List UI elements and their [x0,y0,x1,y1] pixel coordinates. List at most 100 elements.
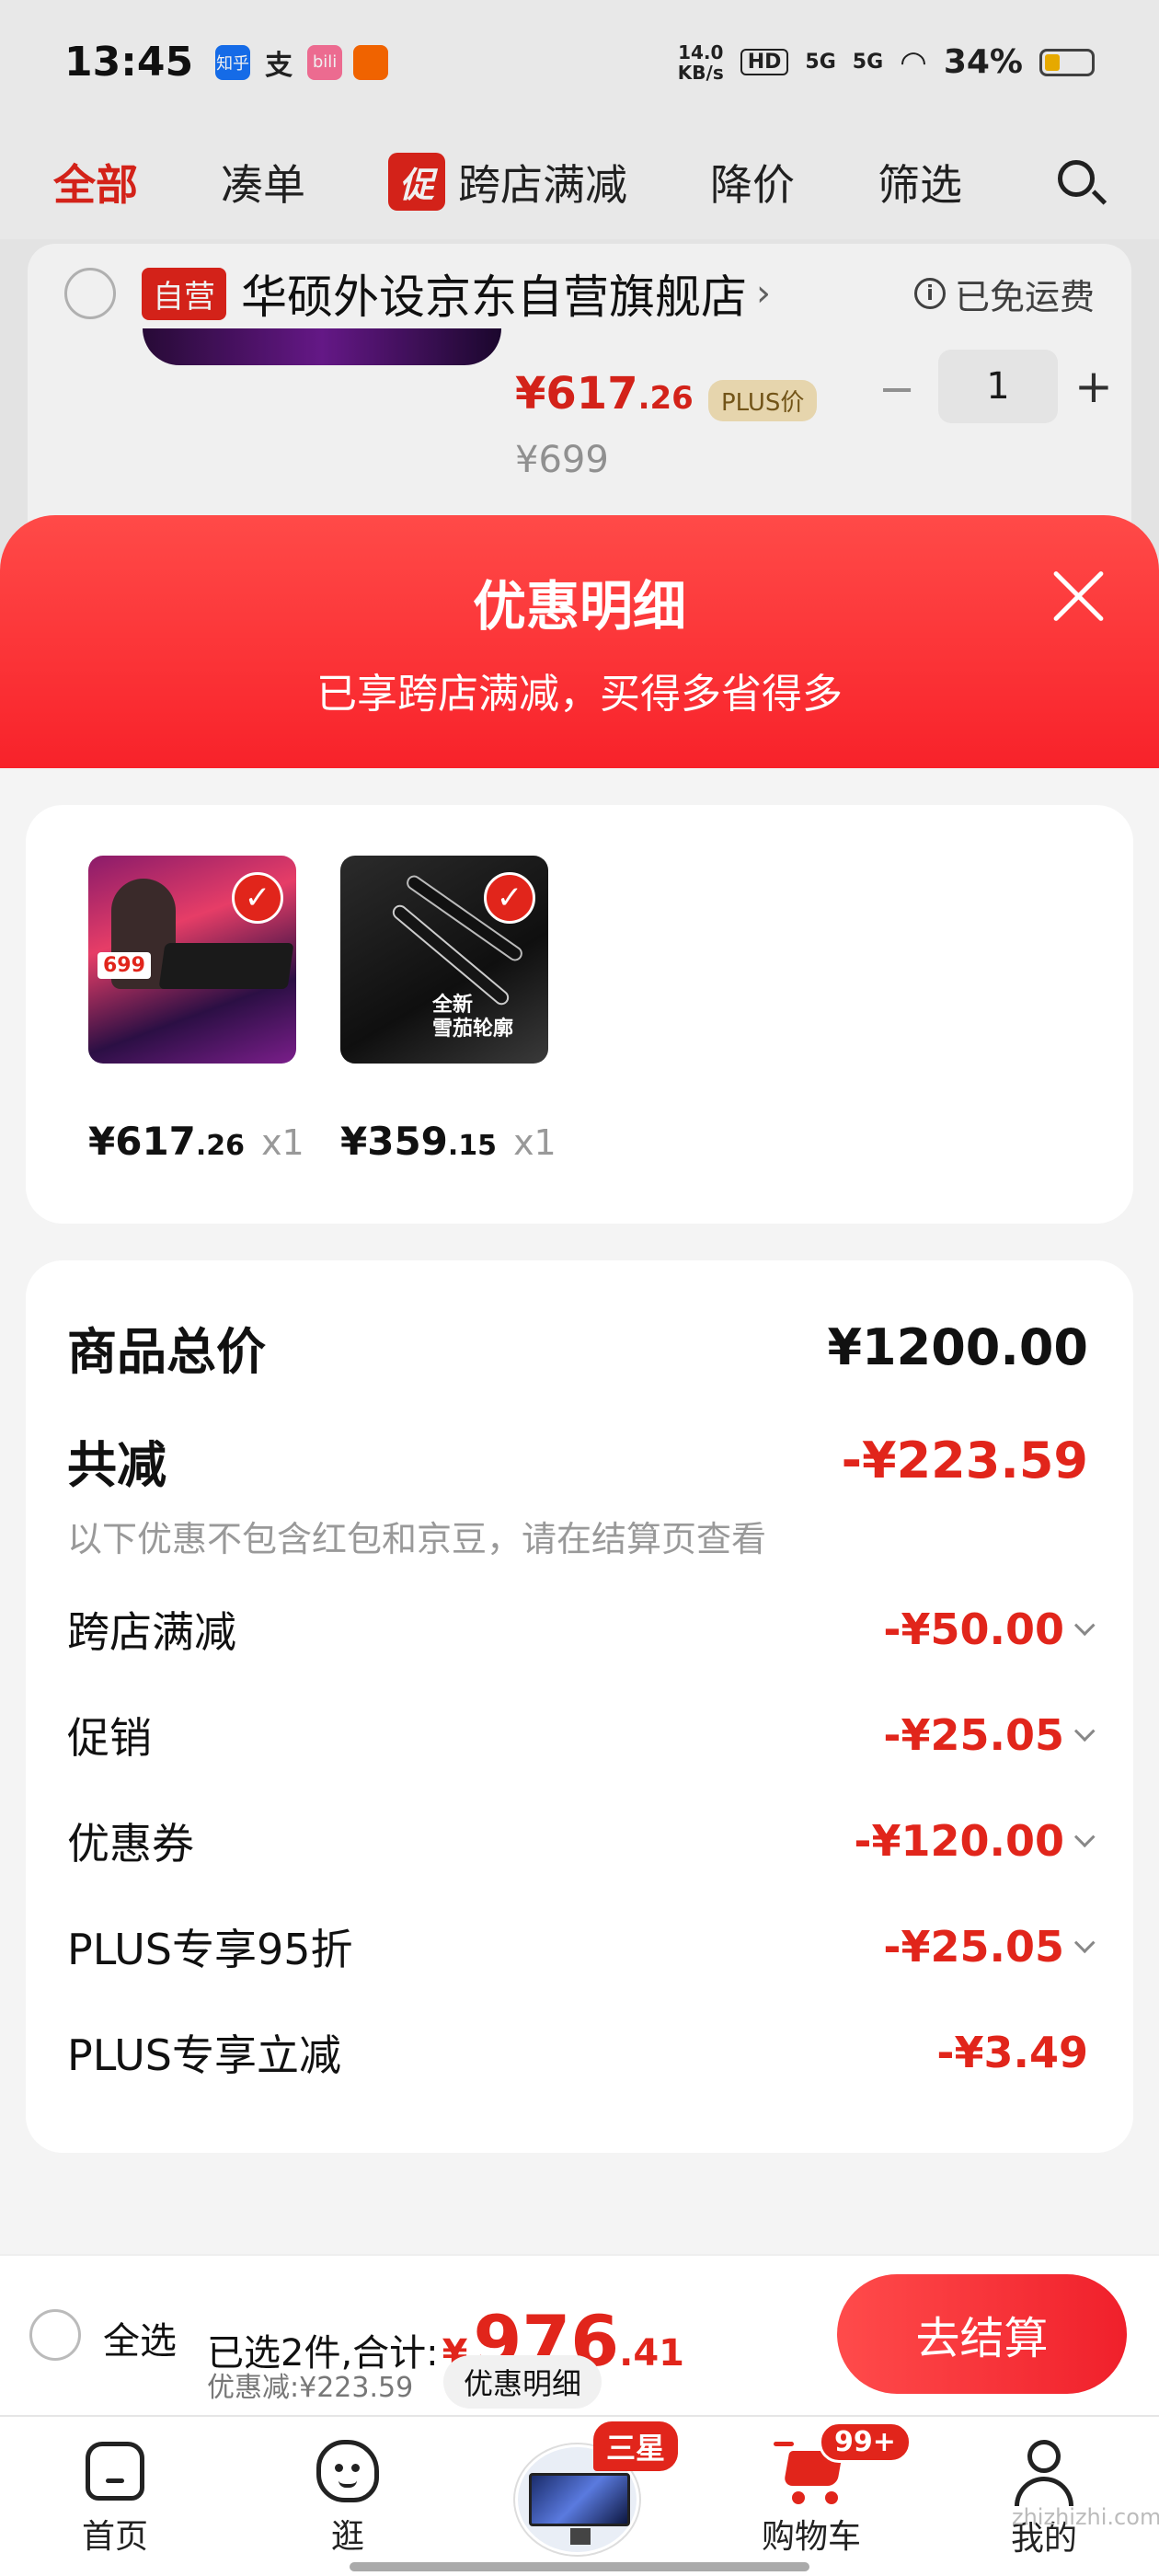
battery-fill [1045,53,1061,71]
status-time: 13:45 [64,39,194,86]
cart-count-badge: 99+ [819,2421,912,2463]
total-price-row: 商品总价 ¥1200.00 [67,1311,1088,1384]
total-reduction-label: 共减 [67,1436,166,1494]
sheet-title: 优惠明细 [472,575,686,638]
hd-icon: HD [740,49,789,75]
product-thumbnail[interactable] [143,328,501,365]
chevron-down-icon [1073,1932,1096,1954]
filter-bundle[interactable]: 凑单 [221,152,305,213]
product-price: ¥359.15 x1 [340,1119,557,1164]
checked-icon: ✓ [232,872,283,924]
product-price: ¥617.26 x1 [88,1119,304,1164]
status-app-icons: 知乎 支 bili [215,44,389,82]
promo-tag: 促 [388,153,446,211]
keyboard-thumbnail[interactable]: 699 ✓ [88,856,296,1064]
total-price-label: 商品总价 [67,1323,266,1381]
product-item[interactable]: 全新 雪茄轮廓 ✓ ¥359.15 x1 [340,856,557,1164]
qty-minus-button[interactable]: − [878,363,915,415]
product-qty: x1 [513,1122,557,1163]
browse-icon [311,2440,384,2504]
discount-row-coupon[interactable]: 优惠券 -¥120.00 [67,1811,1096,1871]
select-all-label[interactable]: 全选 [103,2311,177,2364]
plus-price-badge: PLUS价 [708,380,818,421]
total-price-value: ¥1200.00 [827,1318,1088,1376]
alipay-icon: 支 [261,44,297,82]
zhihu-icon: 知乎 [215,44,251,80]
chevron-right-icon[interactable]: › [756,272,771,315]
product-qty: x1 [261,1122,304,1163]
monitor-icon [529,2473,630,2526]
filter-cross-store[interactable]: 促 跨店满减 [388,152,627,213]
battery-icon [1039,48,1095,76]
status-bar: 13:45 知乎 支 bili 14.0 KB/s HD 5G 5G ◠ 34% [0,0,1159,124]
discount-detail-link[interactable]: 优惠明细 [443,2355,602,2409]
sheet-subtitle: 已享跨店满减，买得多省得多 [316,671,843,718]
home-indicator[interactable] [350,2562,809,2571]
tab-cart-label: 购物车 [761,2518,861,2556]
pen-thumbnail[interactable]: 全新 雪茄轮廓 ✓ [340,856,548,1064]
select-all-radio[interactable] [29,2309,81,2361]
filter-filter[interactable]: 筛选 [878,152,962,213]
total-reduction-value: -¥223.59 [841,1432,1088,1489]
reduction-note: 以下优惠不包含红包和京豆，请在结算页查看 [67,1519,767,1559]
discount-value: -¥3.49 [936,2028,1088,2077]
chevron-down-icon [1073,1826,1096,1848]
bilibili-icon: bili [307,44,343,80]
checked-icon: ✓ [484,872,535,924]
discount-row-plus-instant: PLUS专享立减 -¥3.49 [67,2022,1088,2083]
discount-label: 优惠券 [67,1819,194,1869]
app-icon [353,44,389,80]
discount-row-promotion[interactable]: 促销 -¥25.05 [67,1705,1096,1765]
store-header: 自营 华硕外设京东自营旗舰店 › i 已免运费 [64,260,1095,327]
discount-value: -¥50.00 [883,1604,1096,1654]
battery-percent: 34% [943,43,1023,81]
tab-me[interactable]: 我的 [952,2440,1136,2559]
profile-icon [1007,2440,1081,2506]
total-cents: .41 [619,2332,684,2375]
free-shipping-label: 已免运费 [954,276,1095,317]
discount-detail-sheet: 优惠明细 已享跨店满减，买得多省得多 699 ✓ ¥617.26 x1 全新 雪茄轮… [0,515,1159,2254]
net-speed-value: 14.0 [678,40,724,63]
filter-price-drop[interactable]: 降价 [710,152,795,213]
discount-label: 促销 [67,1713,152,1763]
discount-label: PLUS专享立减 [67,2030,341,2080]
chevron-down-icon [1073,1720,1096,1742]
discount-value: -¥120.00 [854,1816,1096,1866]
free-shipping[interactable]: i 已免运费 [913,269,1095,319]
thumb-text-2: 雪茄轮廓 [432,1018,514,1041]
signal-5g-icon-2: 5G [852,51,884,74]
net-speed: 14.0 KB/s [678,42,724,83]
discount-row-plus-95[interactable]: PLUS专享95折 -¥25.05 [67,1916,1096,1977]
filter-cross-store-label: 跨店满减 [458,159,628,210]
signal-5g-icon: 5G [805,51,836,74]
thumb-text: 全新 [432,994,474,1017]
item-price: ¥617.26 [515,368,694,420]
qty-input[interactable]: 1 [938,350,1058,423]
self-operated-badge: 自营 [142,267,226,320]
filter-bar: 全部 凑单 促 跨店满减 降价 筛选 [0,124,1159,239]
checkout-button[interactable]: 去结算 [837,2274,1127,2394]
thumb-price-tag: 699 [98,952,151,979]
store-select-radio[interactable] [64,268,116,319]
status-indicators: 14.0 KB/s HD 5G 5G ◠ 34% [678,42,1095,83]
wifi-icon: ◠ [900,43,927,81]
product-item[interactable]: 699 ✓ ¥617.26 x1 [88,856,304,1164]
tab-browse[interactable]: 逛 [256,2440,440,2558]
discount-label: 跨店满减 [67,1607,236,1657]
home-icon [78,2440,152,2504]
discount-row-cross-store[interactable]: 跨店满减 -¥50.00 [67,1599,1096,1660]
tab-home[interactable]: 首页 [23,2440,207,2558]
store-name[interactable]: 华硕外设京东自营旗舰店 [241,260,747,327]
net-speed-unit: KB/s [677,61,724,84]
watermark: zhizhizhi.com [1012,2504,1159,2530]
search-icon[interactable] [1054,156,1107,208]
filter-all[interactable]: 全部 [53,152,138,213]
info-icon: i [913,278,946,309]
store-card: 自营 华硕外设京东自营旗舰店 › i 已免运费 ¥617.26 PLUS价 − … [28,244,1131,557]
close-icon[interactable] [1049,566,1109,627]
chevron-down-icon [1073,1615,1096,1637]
price-breakdown: 商品总价 ¥1200.00 共减 -¥223.59 以下优惠不包含红包和京豆，请… [26,1260,1133,2153]
discount-value: -¥25.05 [883,1922,1096,1972]
qty-plus-button[interactable]: + [1074,360,1113,413]
discount-value: -¥25.05 [883,1710,1096,1760]
